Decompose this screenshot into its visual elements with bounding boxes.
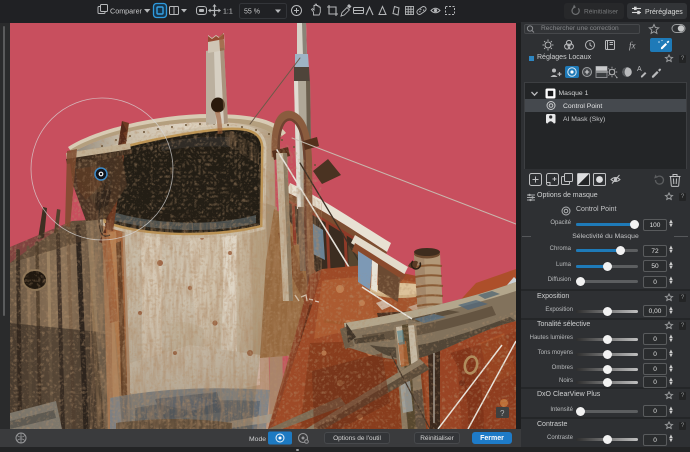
svg-text:1:1: 1:1 [223,8,233,15]
svg-text:Comparer: Comparer [110,7,143,16]
svg-text:Préréglages: Préréglages [645,9,683,16]
svg-text:A: A [637,66,642,73]
svg-text:?: ? [500,409,505,418]
svg-text:Réinitialiser: Réinitialiser [584,9,619,16]
svg-text:55 %: 55 % [244,8,260,15]
svg-text:fx: fx [629,41,636,51]
svg-text:Mode: Mode [249,436,266,443]
